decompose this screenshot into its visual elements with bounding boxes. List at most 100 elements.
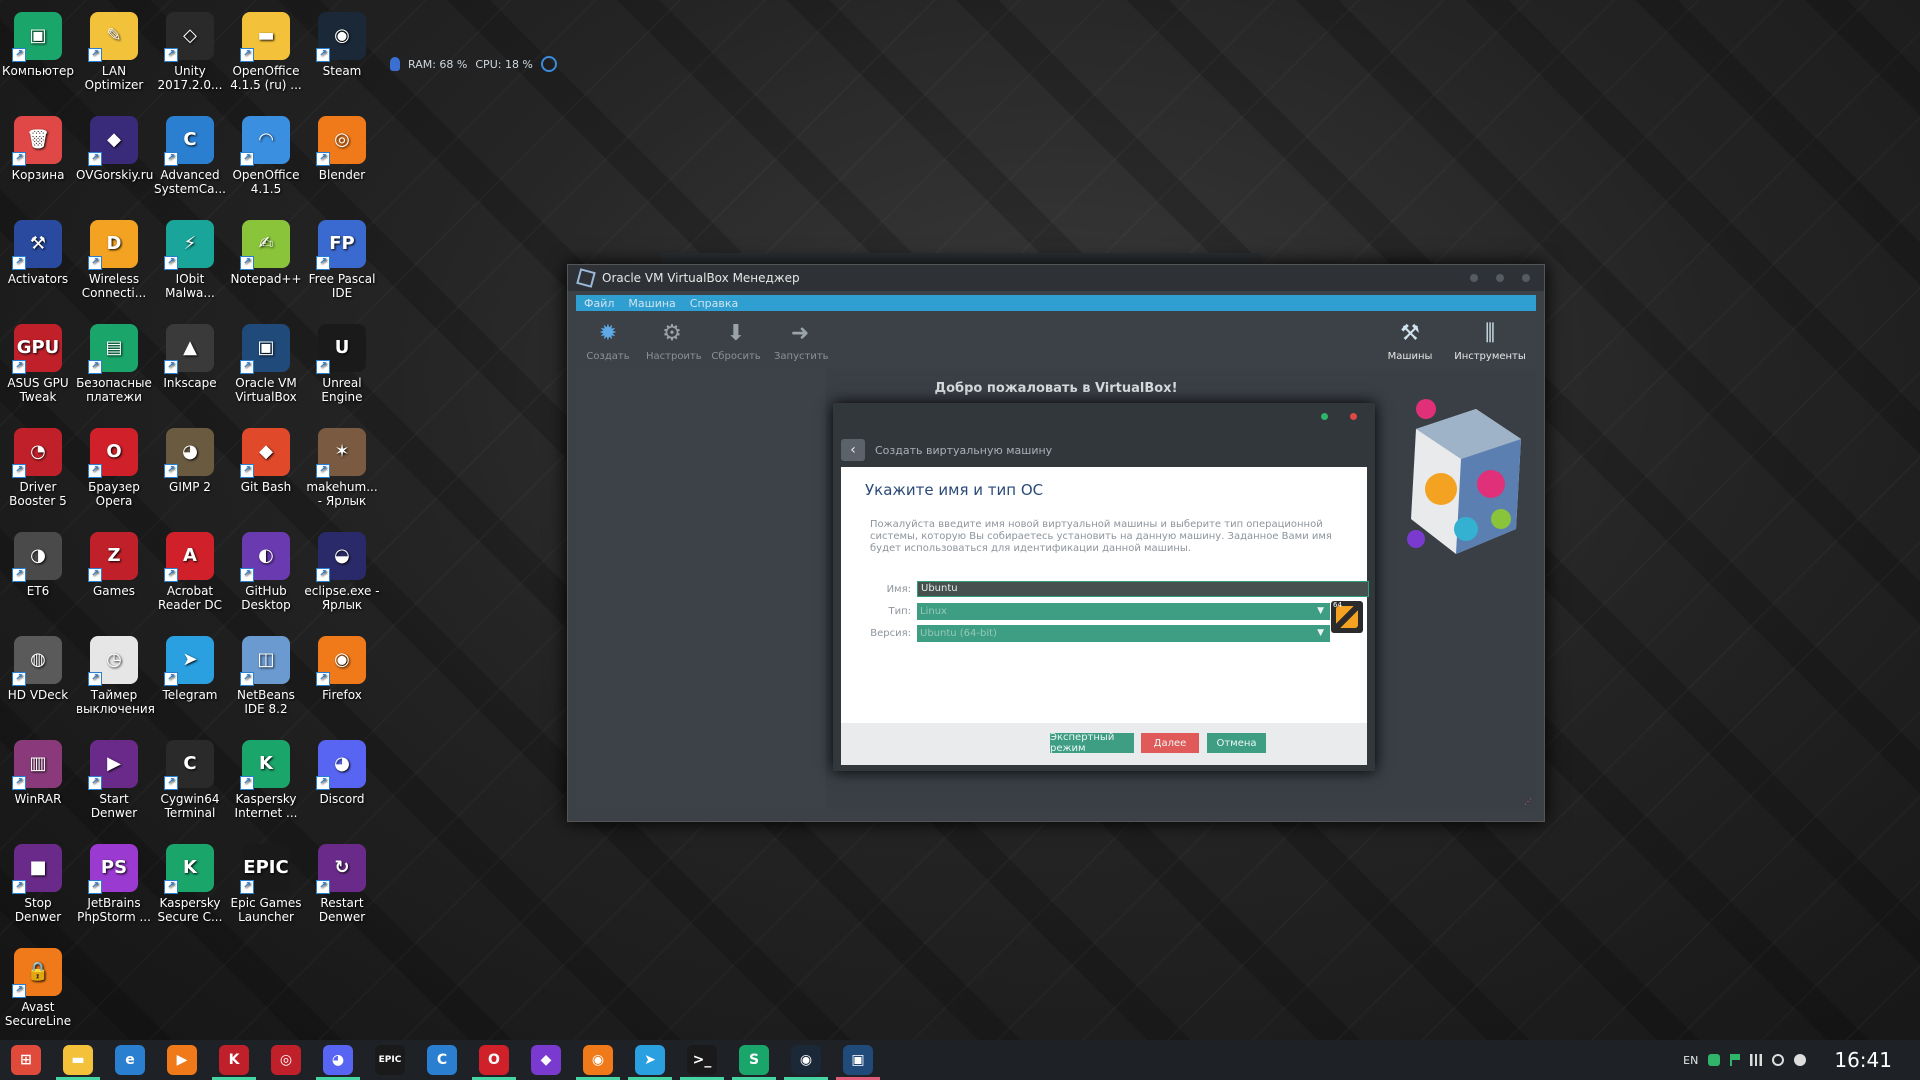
desktop-icon[interactable]: ➤ ↗ Telegram [152, 630, 228, 702]
desktop-icon[interactable]: GPU ↗ ASUS GPU Tweak [0, 318, 76, 404]
desktop-icon[interactable]: ▥ ↗ WinRAR [0, 734, 76, 806]
desktop-icon[interactable]: K ↗ Kaspersky Secure C... [152, 838, 228, 924]
desktop-icon[interactable]: ⚒ ↗ Activators [0, 214, 76, 286]
menu-help[interactable]: Справка [690, 297, 738, 310]
minimize-button[interactable] [1470, 274, 1478, 282]
type-select[interactable]: Linux ▼ [917, 603, 1330, 620]
desktop-icon-label: Wireless Connecti... [81, 272, 147, 300]
taskbar-driver-booster-button[interactable]: ◎ [260, 1040, 312, 1080]
desktop-icon-label: Компьютер [2, 64, 74, 78]
desktop-icon[interactable]: ◕ ↗ Discord [304, 734, 380, 806]
taskbar-firefox-button[interactable]: ◉ [572, 1040, 624, 1080]
clock[interactable]: 16:41 [1834, 1048, 1892, 1072]
desktop-icon[interactable]: ▤ ↗ Безопасные платежи [76, 318, 152, 404]
resize-grip[interactable]: ⋰ [1524, 797, 1532, 806]
taskbar-discord-button[interactable]: ◕ [312, 1040, 364, 1080]
close-button[interactable] [1522, 274, 1530, 282]
create-button[interactable]: ✹ Создать [582, 313, 634, 363]
settings-button[interactable]: ⚙ Настроить [646, 313, 702, 363]
desktop-icon[interactable]: U ↗ Unreal Engine [304, 318, 380, 404]
desktop-icon[interactable]: ⚡ ↗ IObit Malwa... [152, 214, 228, 300]
desktop-icon[interactable]: ◐ ↗ GitHub Desktop [228, 526, 304, 612]
taskbar-s-app-button[interactable]: S [728, 1040, 780, 1080]
name-input[interactable]: Ubuntu [917, 581, 1369, 597]
desktop-icon[interactable]: ◫ ↗ NetBeans IDE 8.2 [228, 630, 304, 716]
desktop-icon[interactable]: ◑ ↗ ET6 [0, 526, 76, 598]
desktop-icon[interactable]: ▣ ↗ Компьютер [0, 6, 76, 78]
tools-button[interactable]: ⫼ Инструменты [1450, 313, 1530, 363]
window-titlebar[interactable]: Oracle VM VirtualBox Менеджер [568, 265, 1544, 291]
desktop-icon[interactable]: ↻ ↗ Restart Denwer [304, 838, 380, 924]
network-icon[interactable] [1750, 1054, 1763, 1066]
desktop-icon[interactable]: ▶ ↗ Start Denwer [76, 734, 152, 820]
desktop-icon[interactable]: ◆ ↗ OVGorskiy.ru [76, 110, 153, 182]
next-button[interactable]: Далее [1141, 733, 1199, 753]
desktop-icon[interactable]: ✎ ↗ LAN Optimizer [76, 6, 152, 92]
machines-button[interactable]: ⚒ Машины [1378, 313, 1442, 363]
taskbar-kaspersky-button[interactable]: K [208, 1040, 260, 1080]
desktop-icon[interactable]: ▲ ↗ Inkscape [152, 318, 228, 390]
taskbar-epic-button[interactable]: EPIC [364, 1040, 416, 1080]
desktop-icon-label: WinRAR [14, 792, 62, 806]
cancel-button[interactable]: Отмена [1207, 733, 1266, 753]
desktop-icon[interactable]: 🗑 ↗ Корзина [0, 110, 76, 182]
desktop-icon[interactable]: 🔒 ↗ Avast SecureLine [0, 942, 76, 1028]
machine-list[interactable] [576, 369, 826, 809]
desktop-icon[interactable]: ◉ ↗ Steam [304, 6, 380, 78]
desktop-icon[interactable]: C ↗ Cygwin64 Terminal [152, 734, 228, 820]
desktop-icon[interactable]: ■ ↗ Stop Denwer [0, 838, 76, 924]
taskbar-steam-button[interactable]: ◉ [780, 1040, 832, 1080]
maximize-button[interactable] [1496, 274, 1504, 282]
flag-icon[interactable] [1730, 1054, 1741, 1066]
taskbar-virtualbox-button[interactable]: ▣ [832, 1040, 884, 1080]
version-select[interactable]: Ubuntu (64-bit) ▼ [917, 625, 1330, 642]
taskbar-terminal-button[interactable]: >_ [676, 1040, 728, 1080]
desktop-icon[interactable]: ◕ ↗ GIMP 2 [152, 422, 228, 494]
kaspersky-tray-icon[interactable] [1708, 1054, 1721, 1066]
menu-file[interactable]: Файл [584, 297, 614, 310]
desktop-icon[interactable]: PS ↗ JetBrains PhpStorm ... [76, 838, 152, 924]
taskbar-visual-studio-button[interactable]: ◆ [520, 1040, 572, 1080]
desktop-icon[interactable]: Z ↗ Games [76, 526, 152, 598]
back-button[interactable]: ‹ [841, 439, 865, 461]
desktop-icon[interactable]: ◠ ↗ OpenOffice 4.1.5 [228, 110, 304, 196]
taskbar-media-button[interactable]: ▶ [156, 1040, 208, 1080]
taskbar-explorer-button[interactable]: ▬ [52, 1040, 104, 1080]
language-indicator[interactable]: EN [1683, 1054, 1698, 1067]
desktop-icon[interactable]: ◆ ↗ Git Bash [228, 422, 304, 494]
desktop-icon[interactable]: ◔ ↗ Driver Booster 5 [0, 422, 76, 508]
desktop-icon[interactable]: O ↗ Браузер Opera [76, 422, 152, 508]
desktop-icon[interactable]: ✶ ↗ makehum... - Ярлык [304, 422, 380, 508]
taskbar-start-button[interactable]: ⊞ [0, 1040, 52, 1080]
start-button[interactable]: ➜ Запустить [774, 313, 829, 363]
desktop-icon[interactable]: ◷ ↗ Таймер выключения [76, 630, 155, 716]
menu-machine[interactable]: Машина [628, 297, 675, 310]
discard-button[interactable]: ⬇ Сбросить [710, 313, 762, 363]
taskbar-advanced-systemcare-button[interactable]: C [416, 1040, 468, 1080]
dialog-close-button[interactable] [1350, 413, 1357, 420]
desktop-icon[interactable]: EPIC ↗ Epic Games Launcher [228, 838, 304, 924]
expert-mode-button[interactable]: Экспертный режим [1050, 732, 1134, 754]
taskbar-telegram-button[interactable]: ➤ [624, 1040, 676, 1080]
taskbar-ie-button[interactable]: e [104, 1040, 156, 1080]
steam-tray-icon[interactable] [1794, 1054, 1807, 1066]
desktop-icon[interactable]: ◍ ↗ HD VDeck [0, 630, 76, 702]
desktop-icon[interactable]: A ↗ Acrobat Reader DC [152, 526, 228, 612]
desktop-icon[interactable]: D ↗ Wireless Connecti... [76, 214, 152, 300]
desktop-icon[interactable]: ◉ ↗ Firefox [304, 630, 380, 702]
desktop-icon[interactable]: ✍ ↗ Notepad++ [228, 214, 304, 286]
desktop-icon[interactable]: K ↗ Kaspersky Internet ... [228, 734, 304, 820]
taskbar-opera-button[interactable]: O [468, 1040, 520, 1080]
desktop-icon[interactable]: ▣ ↗ Oracle VM VirtualBox [228, 318, 304, 404]
desktop-icon[interactable]: C ↗ Advanced SystemCa... [152, 110, 228, 196]
desktop-icon[interactable]: ▬ ↗ OpenOffice 4.1.5 (ru) ... [228, 6, 304, 92]
dialog-help-button[interactable] [1321, 413, 1328, 420]
settings-label: Настроить [646, 351, 702, 362]
dialog-titlebar[interactable] [833, 403, 1375, 429]
desktop-icon[interactable]: ◒ ↗ eclipse.exe - Ярлык [304, 526, 380, 612]
desktop-icon[interactable]: ◎ ↗ Blender [304, 110, 380, 182]
desktop-icon[interactable]: FP ↗ Free Pascal IDE [304, 214, 380, 300]
desktop-icon[interactable]: ◇ ↗ Unity 2017.2.0... [152, 6, 228, 92]
shield-icon[interactable] [1772, 1054, 1785, 1066]
refresh-icon[interactable] [540, 56, 557, 72]
